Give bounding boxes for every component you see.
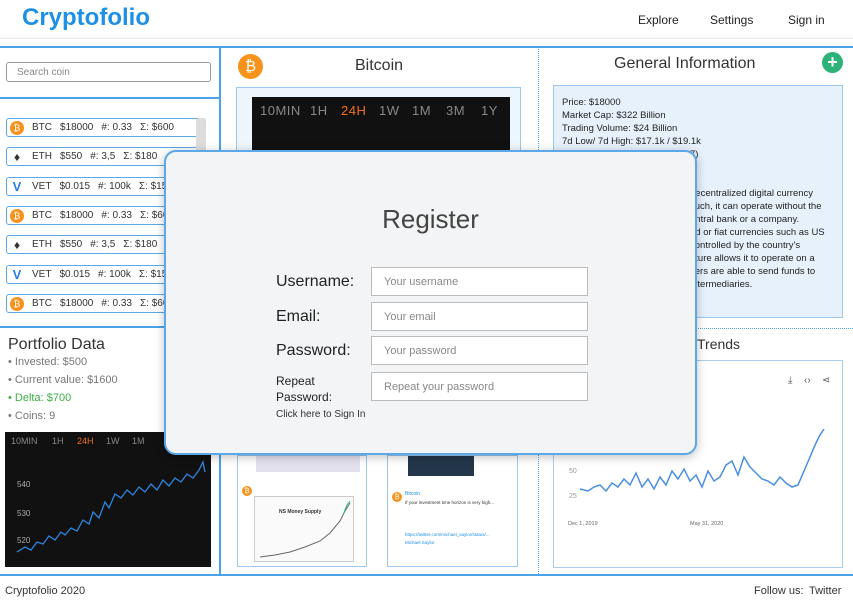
coin-price: $18000 (60, 210, 94, 221)
news-card-2-user: Bitcoin (405, 491, 421, 497)
register-title: Register (382, 204, 479, 234)
coin-qty: #: 0.33 (101, 298, 132, 309)
coin-qty: #: 100k (98, 181, 131, 192)
coin-symbol: VET (32, 181, 52, 192)
coin-symbol: BTC (32, 210, 52, 221)
app-logo[interactable]: Cryptofolio (22, 4, 150, 32)
news-card-2-text: If your investment time horizon is very … (405, 500, 495, 505)
nav-sign-in[interactable]: Sign in (788, 13, 825, 27)
coin-price: $550 (60, 239, 83, 250)
coin-symbol: ETH (32, 151, 52, 162)
footer-follow-label: Follow us: (754, 585, 804, 597)
footer-twitter-link[interactable]: Twitter (809, 585, 841, 597)
coin-tf-1m[interactable]: 1M (412, 103, 431, 118)
news-card-1-image (256, 456, 360, 472)
coin-qty: #: 3,5 (90, 239, 116, 250)
header-divider (0, 38, 853, 39)
coin-symbol: BTC (32, 122, 52, 133)
coin-qty: #: 0.33 (101, 122, 132, 133)
coin-symbol: BTC (32, 298, 52, 309)
general-info-line: 7d Low/ 7d High: $17.1k / $19.1k (562, 136, 701, 147)
bitcoin-icon: ₿ (10, 296, 24, 311)
bitcoin-icon: ₿ (10, 208, 24, 223)
trends-title: Trends (697, 336, 741, 352)
repeat-password-input[interactable]: Repeat your password (371, 372, 588, 401)
portfolio-delta: • Delta: $700 (8, 392, 72, 404)
password-input[interactable]: Your password (371, 336, 588, 365)
footer-copyright: Cryptofolio 2020 (5, 585, 86, 597)
search-divider (0, 97, 219, 99)
username-input[interactable]: Your username (371, 267, 588, 296)
nav-settings[interactable]: Settings (710, 13, 753, 27)
bitcoin-icon: ₿ (10, 120, 24, 135)
portfolio-title: Portfolio Data (8, 336, 105, 353)
coin-qty: #: 0.33 (101, 210, 132, 221)
vechain-icon: V (12, 179, 22, 194)
email-input[interactable]: Your email (371, 302, 588, 331)
search-input[interactable]: Search coin (6, 62, 211, 82)
money-supply-line (259, 500, 351, 558)
portfolio-coins: • Coins: 9 (8, 410, 56, 422)
coin-tf-24h[interactable]: 24H (341, 103, 366, 118)
general-info-title: General Information (614, 55, 756, 72)
bitcoin-icon: ₿ (392, 492, 402, 502)
repeat-password-label: Repeat Password: (276, 374, 333, 404)
news-card-1[interactable]: ₿ NS Money Supply (237, 455, 367, 567)
coin-symbol: VET (32, 269, 52, 280)
add-coin-button[interactable]: + (822, 52, 843, 73)
vechain-icon: V (12, 267, 22, 282)
news-card-2-image (408, 456, 474, 476)
general-info-line: Trading Volume: $24 Billion (562, 123, 678, 134)
portfolio-invested: • Invested: $500 (8, 356, 88, 368)
general-info-line: Price: $18000 (562, 97, 621, 108)
portfolio-current-value: • Current value: $1600 (8, 374, 118, 386)
top-border (0, 46, 853, 48)
coin-tf-3m[interactable]: 3M (446, 103, 465, 118)
coin-total: Σ: $180 (123, 151, 158, 162)
coin-panel-title: Bitcoin (355, 57, 404, 74)
coin-list-item[interactable]: ₿ BTC $18000 #: 0.33 Σ: $600 (6, 118, 206, 137)
username-label: Username: (276, 273, 355, 290)
coin-total: Σ: $180 (123, 239, 158, 250)
news-card-2-author: Michael Saylor (405, 540, 435, 545)
coin-symbol: ETH (32, 239, 52, 250)
coin-price: $18000 (60, 298, 94, 309)
email-label: Email: (276, 308, 321, 325)
password-label: Password: (276, 342, 351, 359)
ethereum-icon: ♦ (13, 149, 21, 164)
coin-qty: #: 3,5 (90, 151, 116, 162)
register-modal: Register Username: Your username Email: … (164, 150, 697, 455)
news-card-2[interactable]: ₿ Bitcoin If your investment time horizo… (387, 455, 518, 567)
coin-tf-1y[interactable]: 1Y (481, 103, 498, 118)
coin-price: $0.015 (59, 181, 91, 192)
news-card-1-chart: NS Money Supply (254, 496, 354, 562)
general-info-line: Market Cap: $322 Billion (562, 110, 666, 121)
coin-price: $0.015 (59, 269, 91, 280)
coin-tf-10min[interactable]: 10MIN (260, 103, 301, 118)
footer-divider (0, 574, 853, 576)
nav-explore[interactable]: Explore (638, 13, 679, 27)
news-card-2-link[interactable]: https://twitter.com/michael_saylor/statu… (405, 532, 513, 537)
coin-tf-1w[interactable]: 1W (379, 103, 400, 118)
sign-in-link[interactable]: Click here to Sign In (276, 409, 366, 420)
bitcoin-icon: ₿ (242, 486, 252, 496)
coin-qty: #: 100k (98, 269, 131, 280)
coin-price: $18000 (60, 122, 94, 133)
ethereum-icon: ♦ (13, 237, 21, 252)
coin-price: $550 (60, 151, 83, 162)
coin-price-chart: 10MIN 1H 24H 1W 1M 3M 1Y (252, 97, 510, 154)
coin-total: Σ: $600 (139, 122, 174, 133)
coin-tf-1h[interactable]: 1H (310, 103, 328, 118)
bitcoin-icon: ₿ (238, 54, 263, 79)
